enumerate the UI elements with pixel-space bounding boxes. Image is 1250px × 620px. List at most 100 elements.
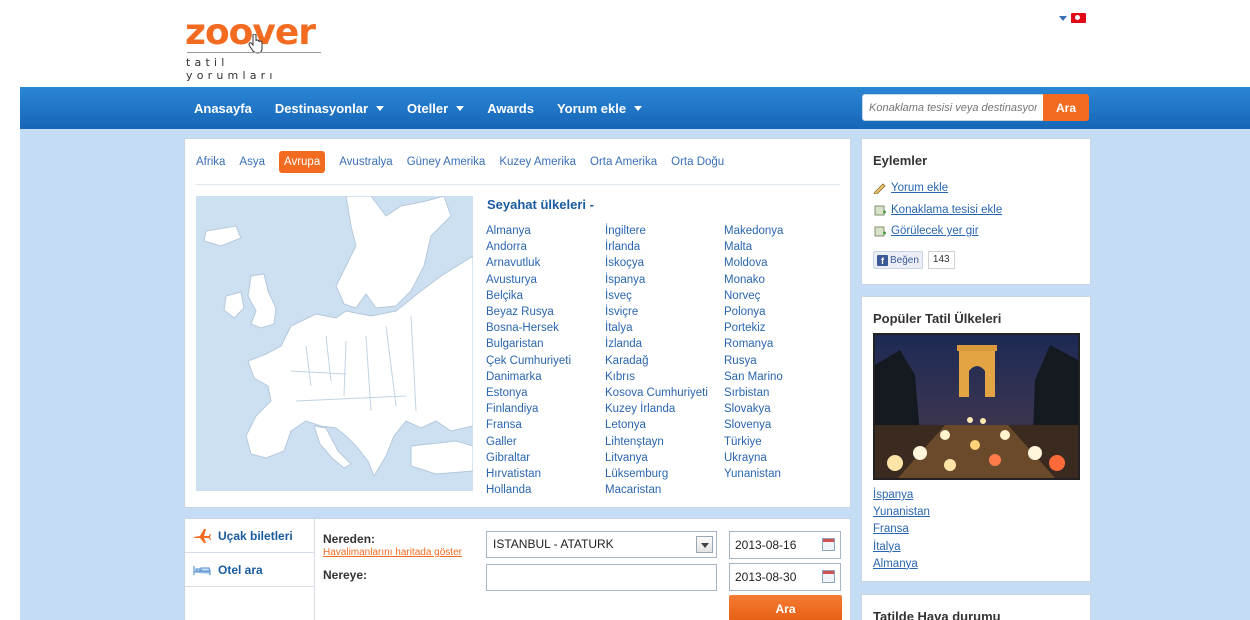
search-input[interactable]: [862, 94, 1044, 121]
nav-item-hotels[interactable]: Oteller: [407, 101, 465, 116]
country-link[interactable]: Polonya: [724, 304, 783, 320]
country-link[interactable]: Rusya: [724, 353, 783, 369]
facebook-like-button[interactable]: f Beğen: [873, 251, 923, 269]
popular-link[interactable]: Yunanistan: [873, 504, 930, 521]
search-flights-button[interactable]: Ara: [729, 595, 842, 620]
booking-search-panel: Uçak biletleri Otel ara Nereden: Havalim…: [184, 518, 851, 620]
country-link[interactable]: Romanya: [724, 336, 783, 352]
country-link[interactable]: Karadağ: [605, 353, 708, 369]
country-link[interactable]: Kosova Cumhuriyeti: [605, 385, 708, 401]
tab-hotels[interactable]: Otel ara: [185, 553, 314, 587]
tab-africa[interactable]: Afrika: [196, 156, 225, 168]
action-link[interactable]: Görülecek yer gir: [891, 225, 979, 237]
country-link[interactable]: Bosna-Hersek: [486, 320, 571, 336]
nav-item-add-review[interactable]: Yorum ekle: [557, 101, 643, 116]
country-link[interactable]: Fransa: [486, 417, 571, 433]
destination-input[interactable]: [486, 564, 717, 591]
country-link[interactable]: San Marino: [724, 369, 783, 385]
country-column-1: Almanya Andorra Arnavutluk Avusturya Belçika…: [486, 223, 571, 498]
country-link[interactable]: İtalya: [605, 320, 708, 336]
country-link[interactable]: Slovenya: [724, 417, 783, 433]
search-button[interactable]: Ara: [1043, 94, 1089, 121]
nav-item-destinations[interactable]: Destinasyonlar: [275, 101, 385, 116]
language-selector[interactable]: [1059, 13, 1086, 23]
country-link[interactable]: İzlanda: [605, 336, 708, 352]
country-link[interactable]: Avusturya: [486, 272, 571, 288]
country-link[interactable]: Hırvatistan: [486, 466, 571, 482]
country-link[interactable]: Hollanda: [486, 482, 571, 498]
from-airport-select[interactable]: ISTANBUL - ATATURK: [486, 531, 717, 558]
country-link[interactable]: Finlandiya: [486, 401, 571, 417]
country-link[interactable]: Makedonya: [724, 223, 783, 239]
popular-link[interactable]: Almanya: [873, 556, 930, 573]
country-link[interactable]: İsviçre: [605, 304, 708, 320]
nav-item-home[interactable]: Anasayfa: [194, 101, 252, 116]
country-link[interactable]: Monako: [724, 272, 783, 288]
country-link[interactable]: Litvanya: [605, 450, 708, 466]
return-date-field[interactable]: 2013-08-30: [729, 563, 841, 591]
tab-australia[interactable]: Avustralya: [339, 156, 392, 168]
nav-item-awards[interactable]: Awards: [487, 101, 534, 116]
country-link[interactable]: Beyaz Rusya: [486, 304, 571, 320]
country-link[interactable]: Letonya: [605, 417, 708, 433]
action-add-review[interactable]: Yorum ekle: [873, 182, 948, 194]
country-link[interactable]: Belçika: [486, 288, 571, 304]
country-link[interactable]: Moldova: [724, 255, 783, 271]
popular-title: Popüler Tatil Ülkeleri: [873, 311, 1002, 326]
calendar-icon[interactable]: [822, 538, 835, 551]
country-link[interactable]: Almanya: [486, 223, 571, 239]
like-count: 143: [927, 251, 955, 269]
tab-middle-east[interactable]: Orta Doğu: [671, 156, 724, 168]
country-link[interactable]: Galler: [486, 434, 571, 450]
country-link[interactable]: Lüksemburg: [605, 466, 708, 482]
country-link[interactable]: Macaristan: [605, 482, 708, 498]
action-link[interactable]: Konaklama tesisi ekle: [891, 204, 1002, 216]
europe-map[interactable]: [196, 196, 473, 491]
tab-europe[interactable]: Avrupa: [278, 151, 326, 173]
popular-link[interactable]: İtalya: [873, 539, 930, 556]
tab-asia[interactable]: Asya: [239, 156, 265, 168]
facebook-like: f Beğen 143: [873, 251, 955, 269]
action-link[interactable]: Yorum ekle: [891, 182, 948, 194]
country-link[interactable]: Çek Cumhuriyeti: [486, 353, 571, 369]
country-link[interactable]: Kıbrıs: [605, 369, 708, 385]
chevron-down-icon: [1059, 15, 1067, 21]
country-link[interactable]: Estonya: [486, 385, 571, 401]
country-link[interactable]: Malta: [724, 239, 783, 255]
tab-central-america[interactable]: Orta Amerika: [590, 156, 657, 168]
zoover-logo[interactable]: zoover tatil yorumları: [185, 14, 325, 82]
country-link[interactable]: Bulgaristan: [486, 336, 571, 352]
country-link[interactable]: Yunanistan: [724, 466, 783, 482]
country-link[interactable]: Gibraltar: [486, 450, 571, 466]
country-link[interactable]: Sırbistan: [724, 385, 783, 401]
tab-south-america[interactable]: Güney Amerika: [407, 156, 486, 168]
actions-title: Eylemler: [873, 153, 928, 168]
action-add-sight[interactable]: Görülecek yer gir: [873, 225, 979, 237]
country-link[interactable]: İspanya: [605, 272, 708, 288]
country-link[interactable]: Andorra: [486, 239, 571, 255]
country-link[interactable]: İngiltere: [605, 223, 708, 239]
tab-north-america[interactable]: Kuzey Amerika: [499, 156, 576, 168]
booking-tabs: Uçak biletleri Otel ara: [185, 519, 315, 620]
departure-date-field[interactable]: 2013-08-16: [729, 531, 841, 559]
country-link[interactable]: Slovakya: [724, 401, 783, 417]
calendar-icon[interactable]: [822, 570, 835, 583]
country-link[interactable]: Danimarka: [486, 369, 571, 385]
country-link[interactable]: Lihtenştayn: [605, 434, 708, 450]
country-link[interactable]: Norveç: [724, 288, 783, 304]
country-link[interactable]: İrlanda: [605, 239, 708, 255]
paris-arc-de-triomphe-photo[interactable]: [873, 333, 1080, 480]
show-airports-map-link[interactable]: Havalimanlarını haritada göster: [323, 547, 462, 558]
popular-link[interactable]: Fransa: [873, 521, 930, 538]
country-link[interactable]: Ukrayna: [724, 450, 783, 466]
action-add-accommodation[interactable]: Konaklama tesisi ekle: [873, 204, 1002, 216]
popular-link[interactable]: İspanya: [873, 487, 930, 504]
country-link[interactable]: İsveç: [605, 288, 708, 304]
country-link[interactable]: İskoçya: [605, 255, 708, 271]
tab-flights[interactable]: Uçak biletleri: [185, 519, 314, 553]
country-link[interactable]: Kuzey İrlanda: [605, 401, 708, 417]
country-link[interactable]: Arnavutluk: [486, 255, 571, 271]
country-link[interactable]: Türkiye: [724, 434, 783, 450]
popular-destinations-panel: Popüler Tatil Ülkeleri İspanya Yunanista…: [861, 296, 1091, 582]
country-link[interactable]: Portekiz: [724, 320, 783, 336]
